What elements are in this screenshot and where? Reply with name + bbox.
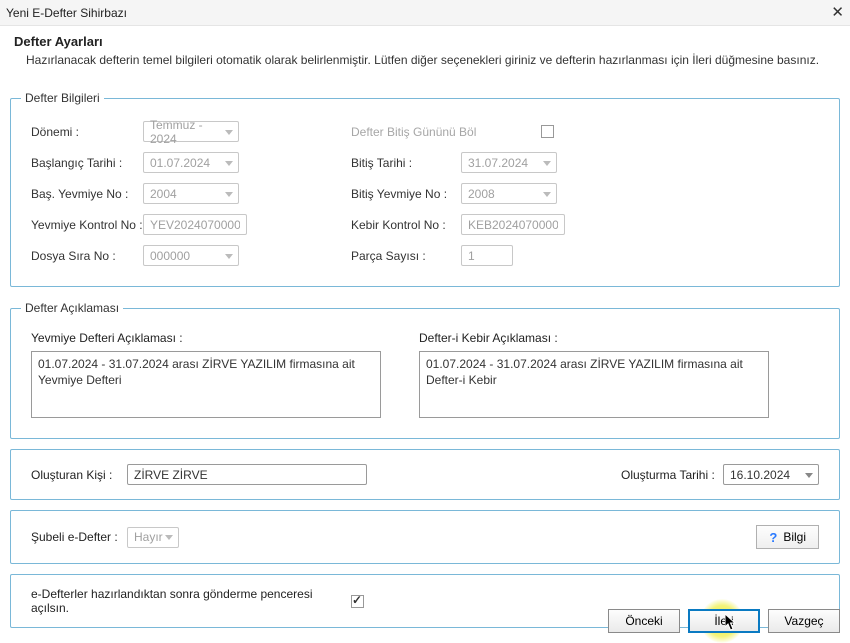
header: Defter Ayarları Hazırlanacak defterin te…: [0, 26, 850, 77]
yevmiye-kontrol-input: [143, 214, 247, 235]
baslangic-tarihi-label: Başlangıç Tarihi :: [31, 156, 143, 170]
bitis-yevmiye-select: 2008: [461, 183, 557, 204]
subeli-label: Şubeli e-Defter :: [31, 530, 127, 544]
titlebar: Yeni E-Defter Sihirbazı ✕: [0, 0, 850, 26]
donemi-label: Dönemi :: [31, 125, 143, 139]
info-icon: ?: [769, 530, 777, 545]
yevmiye-aciklama-textarea[interactable]: [31, 351, 381, 418]
kebir-aciklama-label: Defter-i Kebir Açıklaması :: [419, 331, 769, 345]
bilgi-button[interactable]: ? Bilgi: [756, 525, 819, 549]
yevmiye-kontrol-label: Yevmiye Kontrol No :: [31, 218, 143, 232]
donemi-select: Temmuz - 2024: [143, 121, 239, 142]
kebir-kontrol-input: [461, 214, 565, 235]
yevmiye-aciklama-label: Yevmiye Defteri Açıklaması :: [31, 331, 381, 345]
defter-bilgileri-legend: Defter Bilgileri: [21, 91, 104, 105]
kebir-aciklama-textarea[interactable]: [419, 351, 769, 418]
defter-aciklamasi-group: Defter Açıklaması Yevmiye Defteri Açıkla…: [10, 301, 840, 439]
defter-bilgileri-group: Defter Bilgileri Dönemi : Temmuz - 2024 …: [10, 91, 840, 287]
bol-checkbox[interactable]: [541, 125, 554, 138]
olusturma-tarihi-select[interactable]: 16.10.2024: [723, 464, 819, 485]
olusturan-kisi-label: Oluşturan Kişi :: [31, 468, 127, 482]
baslangic-tarihi-select: 01.07.2024: [143, 152, 239, 173]
bilgi-button-label: Bilgi: [783, 530, 806, 544]
window-title: Yeni E-Defter Sihirbazı: [6, 6, 127, 20]
defter-aciklamasi-legend: Defter Açıklaması: [21, 301, 123, 315]
olusturan-kisi-input[interactable]: [127, 464, 367, 485]
page-description: Hazırlanacak defterin temel bilgileri ot…: [14, 53, 836, 67]
bitis-tarihi-label: Bitiş Tarihi :: [351, 156, 461, 170]
kebir-kontrol-label: Kebir Kontrol No :: [351, 218, 461, 232]
onceki-button[interactable]: Önceki: [608, 609, 680, 633]
subeli-section: Şubeli e-Defter : Hayır ? Bilgi: [10, 510, 840, 564]
dosya-sira-label: Dosya Sıra No :: [31, 249, 143, 263]
vazgec-button[interactable]: Vazgeç: [768, 609, 840, 633]
olusturma-tarihi-label: Oluşturma Tarihi :: [621, 468, 723, 482]
window-close-button[interactable]: ✕: [831, 5, 844, 20]
send-after-label: e-Defterler hazırlandıktan sonra gönderm…: [31, 587, 351, 615]
bitis-yevmiye-label: Bitiş Yevmiye No :: [351, 187, 461, 201]
bitis-tarihi-select: 31.07.2024: [461, 152, 557, 173]
send-after-checkbox[interactable]: [351, 595, 364, 608]
olusturan-section: Oluşturan Kişi : Oluşturma Tarihi : 16.1…: [10, 449, 840, 500]
parca-sayisi-input: [461, 245, 513, 266]
bas-yevmiye-label: Baş. Yevmiye No :: [31, 187, 143, 201]
bol-label: Defter Bitiş Gününü Böl: [351, 125, 541, 139]
dosya-sira-select: 000000: [143, 245, 239, 266]
bas-yevmiye-select: 2004: [143, 183, 239, 204]
footer-buttons: Önceki İleri Vazgeç: [608, 609, 840, 633]
subeli-select: Hayır: [127, 527, 179, 548]
parca-sayisi-label: Parça Sayısı :: [351, 249, 461, 263]
page-title: Defter Ayarları: [14, 34, 836, 49]
ileri-button[interactable]: İleri: [688, 609, 760, 633]
